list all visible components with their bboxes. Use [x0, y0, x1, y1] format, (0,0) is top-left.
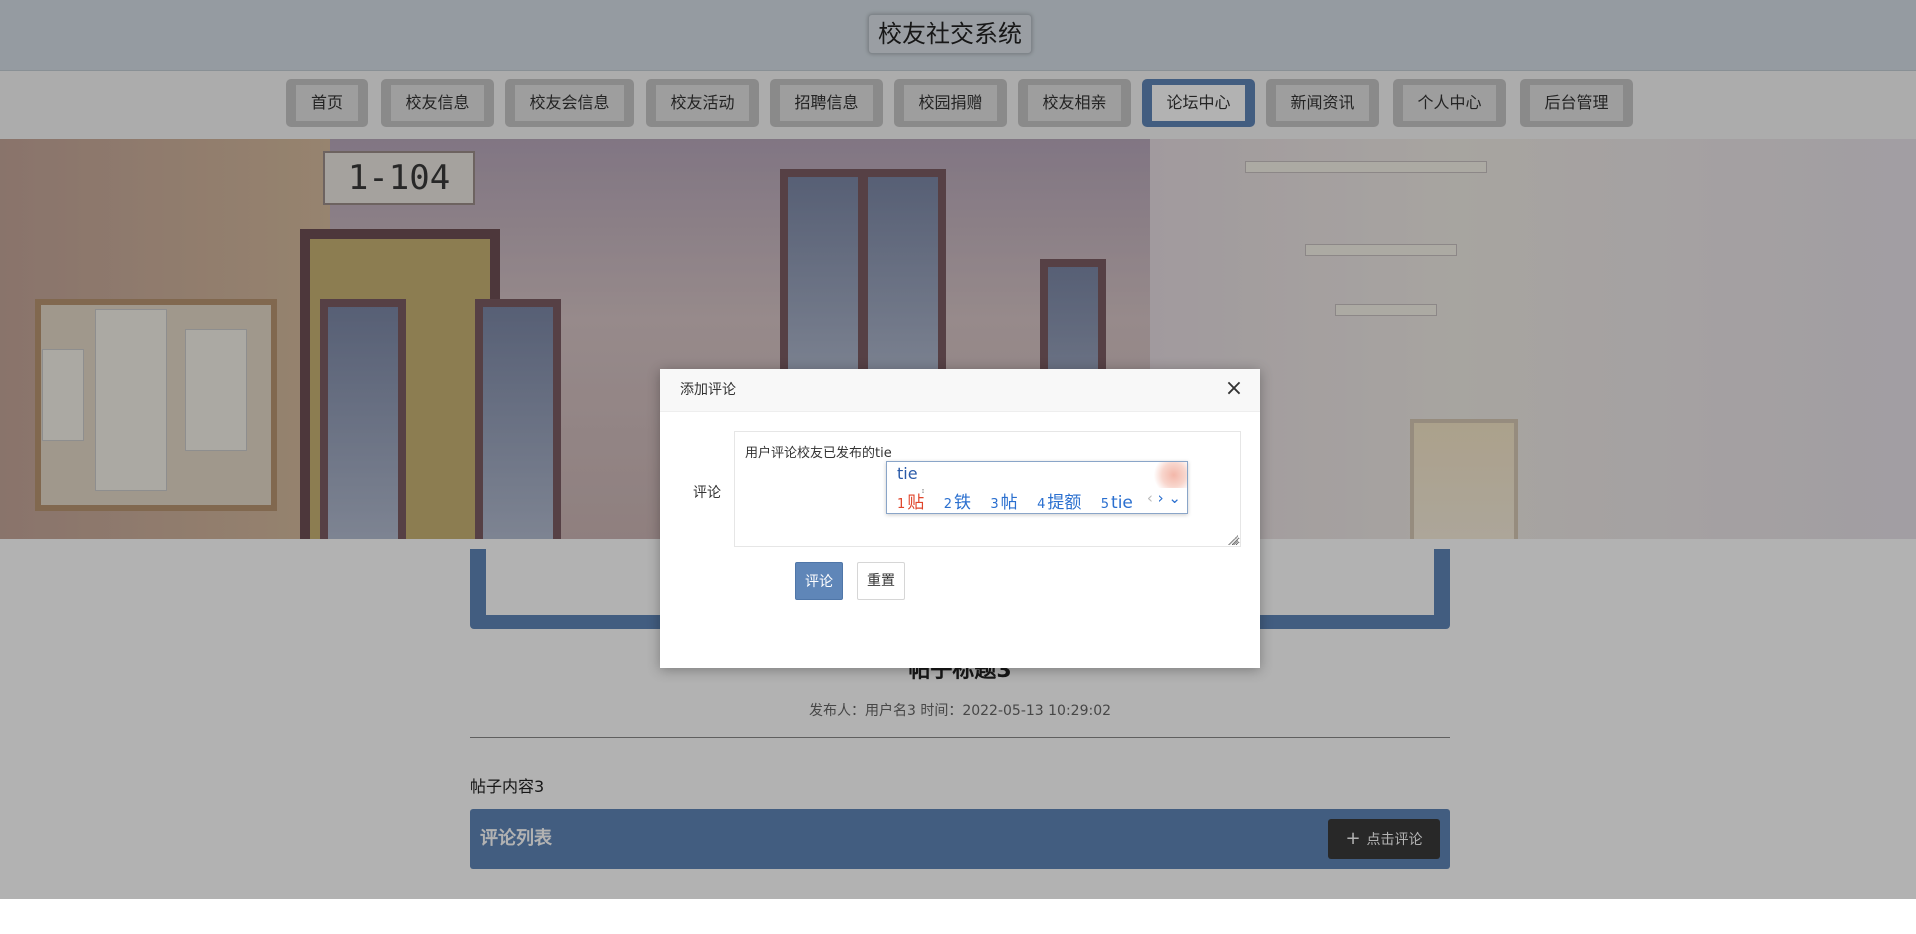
ime-candidate[interactable]: 4 提额: [1037, 488, 1081, 513]
ime-candidate[interactable]: 1贴: [897, 488, 924, 513]
comment-field-label: 评论: [693, 485, 721, 501]
text-cursor-icon: [922, 489, 924, 493]
ime-candidate-text: tie: [1111, 493, 1133, 513]
ime-candidate[interactable]: 3帖: [990, 488, 1017, 513]
chevron-left-icon[interactable]: ‹: [1147, 489, 1153, 507]
ime-candidate[interactable]: 5 tie: [1101, 493, 1133, 513]
ime-candidate-number: 5: [1100, 497, 1110, 512]
close-icon[interactable]: ×: [1224, 378, 1244, 400]
submit-comment-button[interactable]: 评论: [795, 562, 843, 600]
ime-candidate-text: 帖: [1000, 493, 1018, 513]
ime-nav: ‹ › ⌄: [1147, 489, 1181, 507]
modal-header: 添加评论 ×: [660, 369, 1260, 412]
ime-candidate-number: 2: [943, 497, 952, 512]
ime-composition: tie: [897, 464, 918, 483]
ime-candidate-number: 3: [990, 497, 999, 512]
ime-candidate-number: 1: [897, 497, 906, 512]
ime-candidate-text: 提额: [1047, 493, 1082, 513]
ime-candidate[interactable]: 2铁: [944, 488, 971, 513]
add-comment-modal: 添加评论 × 评论 用户评论校友已发布的tie 评论 重置: [660, 369, 1260, 668]
resize-handle-icon[interactable]: [1228, 535, 1238, 545]
ime-logo-icon: [1143, 462, 1187, 488]
ime-candidate-number: 4: [1037, 497, 1046, 512]
chevron-down-icon[interactable]: ⌄: [1168, 489, 1181, 507]
ime-candidate-text: 铁: [953, 493, 971, 513]
ime-candidate-popup: tie 1贴 2铁 3帖 4 提额 5 tie ‹ › ⌄: [886, 461, 1188, 514]
reset-button[interactable]: 重置: [857, 562, 905, 600]
ime-candidate-list: 1贴 2铁 3帖 4 提额 5 tie: [897, 488, 1147, 513]
chevron-right-icon[interactable]: ›: [1158, 489, 1164, 507]
modal-title: 添加评论: [680, 382, 736, 398]
